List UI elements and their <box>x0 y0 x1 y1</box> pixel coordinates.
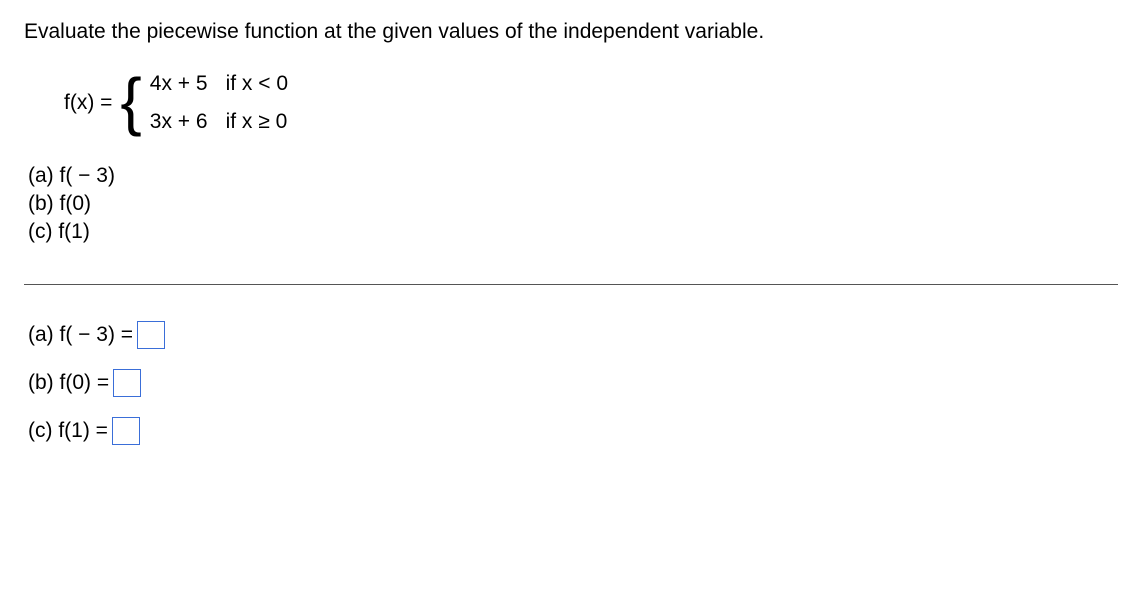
answer-input-b[interactable] <box>113 369 141 397</box>
piece-cond: if x < 0 <box>226 72 288 96</box>
question-item: (b) f(0) <box>28 192 1118 216</box>
answer-row-a: (a) f( − 3) = <box>28 321 1118 349</box>
instruction-text: Evaluate the piecewise function at the g… <box>24 20 1118 44</box>
brace-icon: { <box>120 76 141 126</box>
piece-cond: if x ≥ 0 <box>226 110 288 134</box>
piece-row: 4x + 5 if x < 0 <box>150 72 288 96</box>
answer-input-a[interactable] <box>137 321 165 349</box>
function-lhs: f(x) = <box>64 91 112 115</box>
answer-row-b: (b) f(0) = <box>28 369 1118 397</box>
answer-input-c[interactable] <box>112 417 140 445</box>
piece-expr: 3x + 6 <box>150 110 208 134</box>
question-list: (a) f( − 3) (b) f(0) (c) f(1) <box>28 164 1118 244</box>
answer-label: (c) f(1) = <box>28 419 108 443</box>
piece-rows: 4x + 5 if x < 0 3x + 6 if x ≥ 0 <box>150 72 288 134</box>
question-item: (c) f(1) <box>28 220 1118 244</box>
piece-row: 3x + 6 if x ≥ 0 <box>150 110 288 134</box>
question-item: (a) f( − 3) <box>28 164 1118 188</box>
divider <box>24 284 1118 285</box>
piece-expr: 4x + 5 <box>150 72 208 96</box>
answer-row-c: (c) f(1) = <box>28 417 1118 445</box>
answer-label: (a) f( − 3) = <box>28 323 133 347</box>
piecewise-function: f(x) = { 4x + 5 if x < 0 3x + 6 if x ≥ 0 <box>64 72 1118 134</box>
answer-label: (b) f(0) = <box>28 371 109 395</box>
